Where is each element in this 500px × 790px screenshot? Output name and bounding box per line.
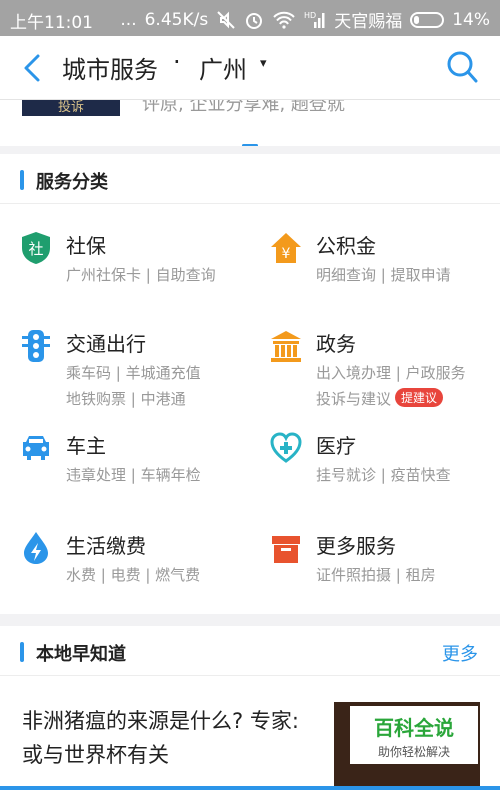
service-desc-2: 地铁购票 | 中港通	[66, 390, 186, 408]
signal-icon: HD	[304, 11, 325, 28]
nav-bar: 城市服务 · 广州 ▾	[0, 36, 500, 100]
section-title: 服务分类	[36, 172, 108, 193]
caret-down-icon[interactable]: ▾	[260, 56, 267, 71]
service-categories: 服务分类 社 社保 广州社保卡 | 自助查询 ¥ 公积金 明细查询 | 提取申请…	[0, 154, 500, 614]
banner-pager	[0, 132, 500, 146]
news-headline: 非洲猪瘟的来源是什么? 专家: 或与世界杯有关	[22, 709, 299, 767]
service-medical[interactable]: 医疗 挂号就诊 | 疫苗快查	[250, 430, 500, 530]
promo-banner[interactable]: 投诉 评原, 企业分享难, 趟登就	[0, 100, 500, 146]
bottom-accent-bar	[0, 786, 500, 790]
house-yuan-icon: ¥	[271, 233, 301, 263]
carrier-name: 天官赐福	[334, 12, 403, 32]
section-title: 本地早知道	[36, 644, 126, 665]
government-building-icon	[271, 331, 301, 362]
service-name: 医疗	[316, 434, 356, 458]
service-name: 政务	[316, 332, 356, 356]
shield-icon: 社	[22, 232, 50, 264]
status-bar: 上午11:01 ... 6.45K/s HD 天官赐福 14%	[0, 0, 500, 36]
title-separator: ·	[173, 48, 181, 76]
service-name: 车主	[66, 434, 106, 458]
service-desc: 广州社保卡 | 自助查询	[66, 266, 216, 284]
service-government[interactable]: 政务 出入境办理 | 户政服务 投诉与建议 提建议	[250, 328, 500, 428]
news-thumbnail: 百科全说 助你轻松解决	[334, 702, 480, 788]
svg-text:社: 社	[28, 240, 43, 258]
service-desc: 违章处理 | 车辆年检	[66, 466, 201, 484]
service-desc: 挂号就诊 | 疫苗快查	[316, 466, 451, 484]
service-utilities[interactable]: 生活缴费 水费 | 电费 | 燃气费	[0, 530, 250, 630]
svg-text:HD: HD	[304, 11, 316, 20]
back-icon[interactable]	[18, 52, 46, 84]
alarm-icon	[246, 12, 263, 29]
section-header: 服务分类	[0, 154, 500, 204]
service-name: 社保	[66, 234, 106, 258]
watermark-logo: 百科全说 助你轻松解决	[350, 706, 478, 764]
svg-text:¥: ¥	[282, 246, 291, 262]
service-housing-fund[interactable]: ¥ 公积金 明细查询 | 提取申请	[250, 230, 500, 330]
page-title: 城市服务	[62, 56, 158, 84]
network-speed: 6.45K/s	[144, 9, 209, 30]
mute-icon	[217, 10, 235, 29]
car-icon	[23, 436, 49, 460]
service-desc-2: 投诉与建议 提建议	[316, 388, 444, 409]
service-desc: 水费 | 电费 | 燃气费	[66, 566, 201, 584]
local-news-section: 本地早知道 更多 非洲猪瘟的来源是什么? 专家: 或与世界杯有关 百科全说 助你…	[0, 626, 500, 790]
suggestion-badge[interactable]: 提建议	[395, 388, 444, 407]
service-name: 生活缴费	[66, 534, 146, 558]
service-car-owner[interactable]: 车主 违章处理 | 车辆年检	[0, 430, 250, 530]
status-dots: ...	[120, 9, 137, 30]
energy-drop-icon	[24, 532, 48, 564]
section-marker	[20, 170, 24, 190]
service-name: 公积金	[316, 234, 376, 258]
banner-text: 评原, 企业分享难, 趟登就	[142, 100, 345, 115]
wifi-icon	[273, 11, 295, 29]
search-icon[interactable]	[446, 50, 478, 84]
section-marker	[20, 642, 24, 662]
city-selector[interactable]: 广州	[199, 50, 247, 85]
traffic-light-icon	[22, 330, 50, 362]
more-link[interactable]: 更多	[442, 640, 478, 666]
battery-icon	[410, 11, 445, 28]
medical-heart-icon	[270, 432, 302, 463]
box-icon	[272, 536, 300, 563]
service-transport[interactable]: 交通出行 乘车码 | 羊城通充值 地铁购票 | 中港通	[0, 328, 250, 428]
service-more[interactable]: 更多服务 证件照拍摄 | 租房	[250, 530, 500, 630]
service-name: 交通出行	[66, 332, 146, 356]
service-social-security[interactable]: 社 社保 广州社保卡 | 自助查询	[0, 230, 250, 330]
section-header: 本地早知道 更多	[0, 626, 500, 676]
service-desc: 出入境办理 | 户政服务	[316, 364, 466, 382]
service-desc: 乘车码 | 羊城通充值	[66, 364, 201, 382]
service-desc: 证件照拍摄 | 租房	[316, 566, 436, 584]
news-item[interactable]: 非洲猪瘟的来源是什么? 专家: 或与世界杯有关 百科全说 助你轻松解决	[0, 676, 500, 790]
banner-badge: 投诉	[22, 100, 120, 116]
status-time: 上午11:01	[10, 13, 93, 33]
service-desc: 明细查询 | 提取申请	[316, 266, 451, 284]
service-name: 更多服务	[316, 534, 396, 558]
battery-level: 14%	[452, 9, 490, 30]
